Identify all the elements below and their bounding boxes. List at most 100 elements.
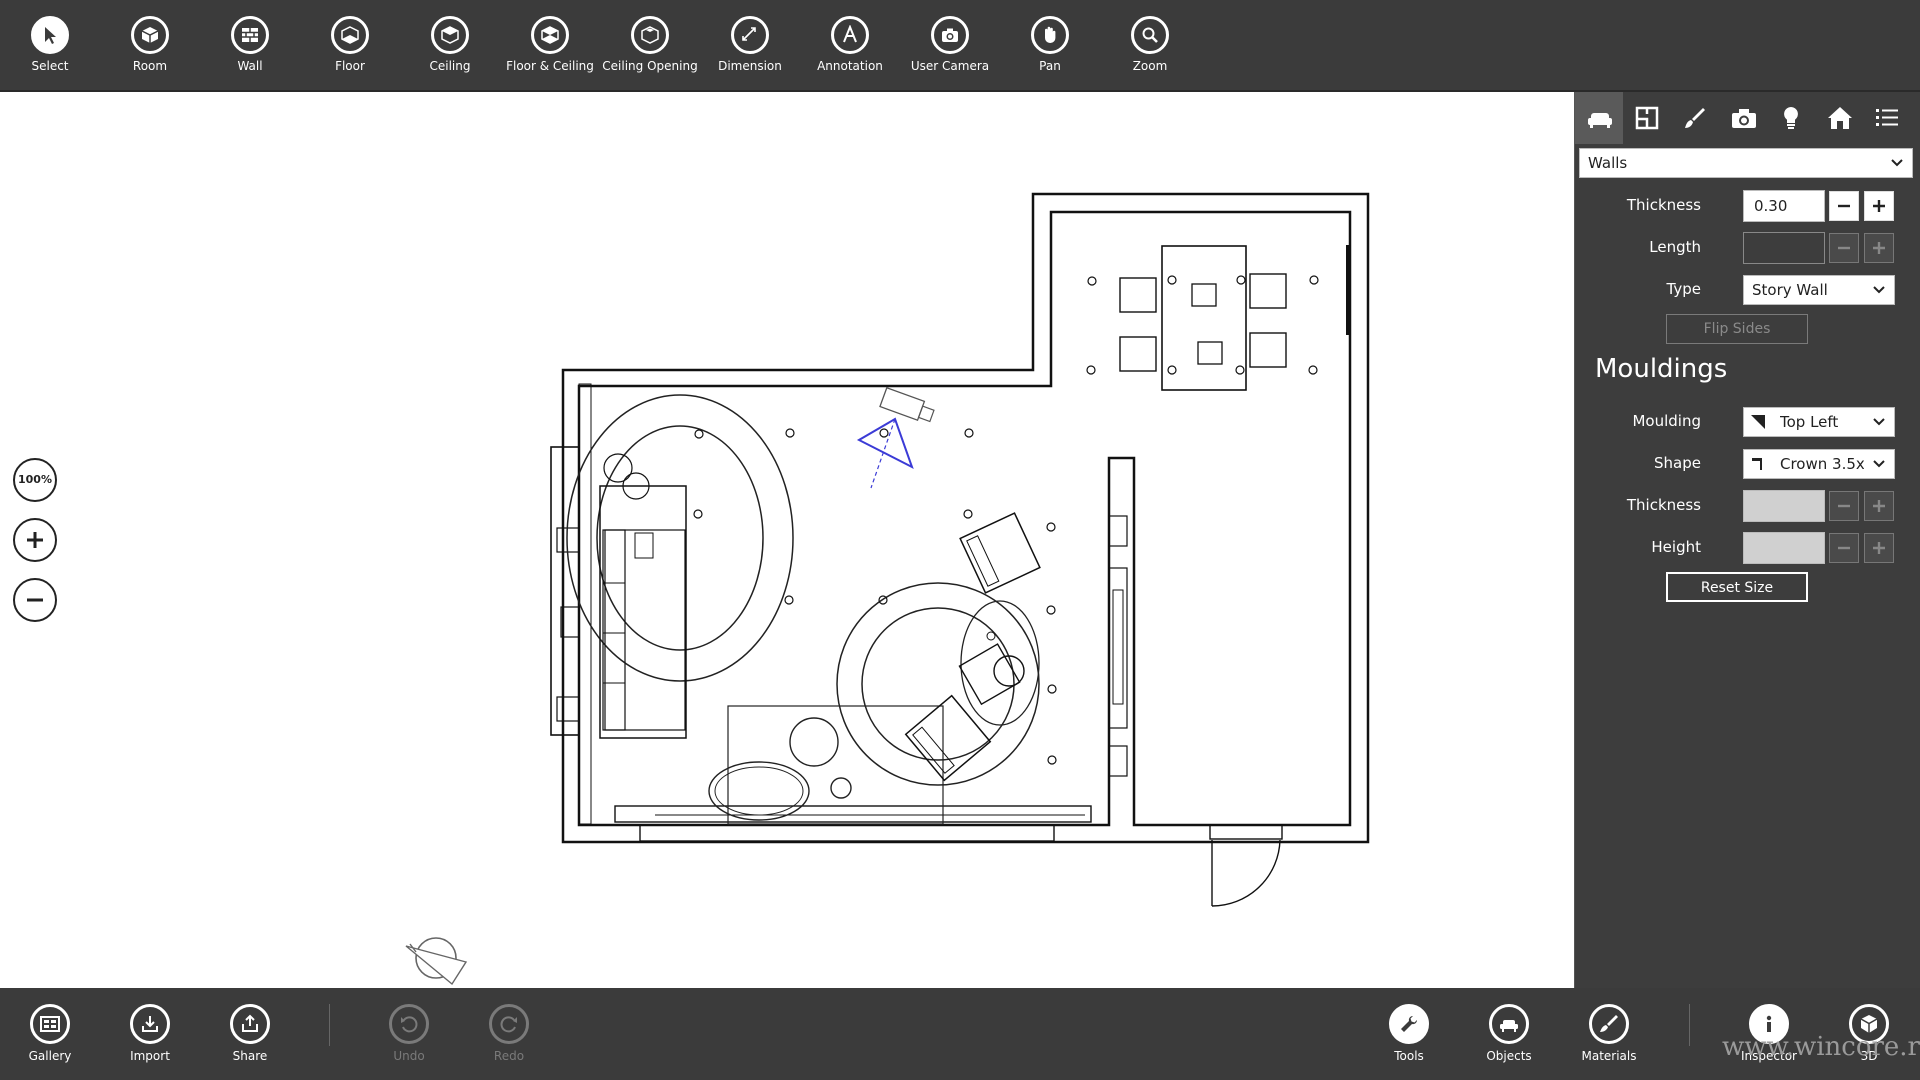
watermark-text: www.wincore.ru <box>1722 1032 1920 1062</box>
reset-size-button[interactable]: Reset Size <box>1666 572 1808 602</box>
minus-icon <box>27 598 43 602</box>
moulding-height-increase-button[interactable] <box>1864 533 1894 563</box>
tool-select[interactable]: Select <box>0 0 100 90</box>
tool-wall[interactable]: Wall <box>200 0 300 90</box>
wall-thickness-increase-button[interactable] <box>1864 191 1894 221</box>
tool-label: Floor <box>335 59 365 73</box>
undo-button[interactable]: Undo <box>359 988 459 1080</box>
floorplan-drawing[interactable] <box>0 92 1573 988</box>
plus-icon <box>27 532 43 548</box>
chevron-down-icon <box>1891 159 1903 167</box>
tool-zoom[interactable]: Zoom <box>1100 0 1200 90</box>
minus-icon <box>1838 504 1850 508</box>
lightbulb-icon <box>1784 107 1798 129</box>
moulding-shape-value: Crown 3.5x3.5 <box>1780 455 1864 473</box>
tool-user-camera[interactable]: User Camera <box>900 0 1000 90</box>
tool-room[interactable]: Room <box>100 0 200 90</box>
tools-button[interactable]: Tools <box>1359 988 1459 1080</box>
tool-label: Annotation <box>817 59 883 73</box>
wall-length-decrease-button[interactable] <box>1829 233 1859 263</box>
tab-furniture[interactable] <box>1575 92 1623 144</box>
moulding-position-value: Top Left <box>1780 413 1839 431</box>
main-toolbar: Select Room Wall Floor Ceiling Floor & C… <box>0 0 1920 92</box>
materials-button[interactable]: Materials <box>1559 988 1659 1080</box>
moulding-thickness-input[interactable] <box>1743 490 1825 522</box>
category-select-value: Walls <box>1588 154 1628 172</box>
import-label: Import <box>130 1049 170 1063</box>
dimension-icon <box>731 16 769 54</box>
tool-dimension[interactable]: Dimension <box>700 0 800 90</box>
tools-label: Tools <box>1394 1049 1424 1063</box>
objects-button[interactable]: Objects <box>1459 988 1559 1080</box>
wall-thickness-decrease-button[interactable] <box>1829 191 1859 221</box>
chevron-down-icon <box>1873 286 1885 294</box>
share-button[interactable]: Share <box>200 988 300 1080</box>
zoom-out-button[interactable] <box>13 578 57 622</box>
moulding-shape-select[interactable]: Crown 3.5x3.5 <box>1743 449 1895 479</box>
bar-separator <box>1689 1004 1690 1046</box>
wall-thickness-label: Thickness <box>1626 196 1701 214</box>
tool-label: Ceiling <box>429 59 471 73</box>
moulding-height-label: Height <box>1651 538 1701 556</box>
tool-label: Wall <box>237 59 263 73</box>
floorplan-icon <box>1635 106 1659 130</box>
minus-icon <box>1838 546 1850 550</box>
wall-length-increase-button[interactable] <box>1864 233 1894 263</box>
floorplan-canvas[interactable]: 100% <box>0 92 1573 988</box>
bar-separator <box>329 1004 330 1046</box>
gallery-button[interactable]: Gallery <box>0 988 100 1080</box>
tab-floorplan[interactable] <box>1623 92 1671 144</box>
furniture-icon <box>1588 113 1612 128</box>
undo-icon <box>389 1004 429 1044</box>
flip-sides-button[interactable]: Flip Sides <box>1666 314 1808 344</box>
materials-label: Materials <box>1581 1049 1637 1063</box>
zoom-reset-button[interactable]: 100% <box>13 458 57 502</box>
tab-lighting[interactable] <box>1767 92 1815 144</box>
wall-length-input[interactable] <box>1743 232 1825 264</box>
cursor-icon <box>31 16 69 54</box>
moulding-thickness-label: Thickness <box>1626 496 1701 514</box>
tool-floor-ceiling[interactable]: Floor & Ceiling <box>500 0 600 90</box>
moulding-shape-label: Shape <box>1654 454 1701 472</box>
tool-label: Pan <box>1039 59 1061 73</box>
plus-icon <box>1873 200 1885 212</box>
list-icon <box>1876 109 1898 126</box>
tool-pan[interactable]: Pan <box>1000 0 1100 90</box>
tool-floor[interactable]: Floor <box>300 0 400 90</box>
tool-ceiling-opening[interactable]: Ceiling Opening <box>600 0 700 90</box>
moulding-thickness-increase-button[interactable] <box>1864 491 1894 521</box>
mouldings-heading: Mouldings <box>1595 354 1728 384</box>
wall-thickness-input[interactable]: 0.30 <box>1743 190 1825 222</box>
share-icon <box>230 1004 270 1044</box>
moulding-position-select[interactable]: Top Left <box>1743 407 1895 437</box>
tool-label: Room <box>132 59 168 73</box>
tab-building[interactable] <box>1815 92 1863 144</box>
wall-bricks-icon <box>231 16 269 54</box>
moulding-thickness-decrease-button[interactable] <box>1829 491 1859 521</box>
category-select[interactable]: Walls <box>1579 148 1913 178</box>
wall-type-select[interactable]: Story Wall <box>1743 275 1895 305</box>
wall-type-value: Story Wall <box>1752 281 1828 299</box>
zoom-level-label: 100% <box>18 473 52 486</box>
tool-annotation[interactable]: Annotation <box>800 0 900 90</box>
tool-ceiling[interactable]: Ceiling <box>400 0 500 90</box>
floor-ceiling-cube-icon <box>531 16 569 54</box>
tab-materials[interactable] <box>1671 92 1719 144</box>
zoom-in-button[interactable] <box>13 518 57 562</box>
annotation-letter-icon <box>831 16 869 54</box>
tab-cameras[interactable] <box>1719 92 1767 144</box>
materials-brush-icon <box>1589 1004 1629 1044</box>
chevron-down-icon <box>1873 418 1885 426</box>
plus-icon <box>1873 242 1885 254</box>
crown-profile-icon <box>1752 458 1762 470</box>
moulding-height-decrease-button[interactable] <box>1829 533 1859 563</box>
redo-button[interactable]: Redo <box>459 988 559 1080</box>
wall-type-label: Type <box>1666 280 1701 298</box>
tab-list[interactable] <box>1863 92 1911 144</box>
import-button[interactable]: Import <box>100 988 200 1080</box>
hand-icon <box>1031 16 1069 54</box>
room-cube-icon <box>131 16 169 54</box>
moulding-height-input[interactable] <box>1743 532 1825 564</box>
gallery-label: Gallery <box>28 1049 72 1063</box>
tool-label: Zoom <box>1132 59 1168 73</box>
